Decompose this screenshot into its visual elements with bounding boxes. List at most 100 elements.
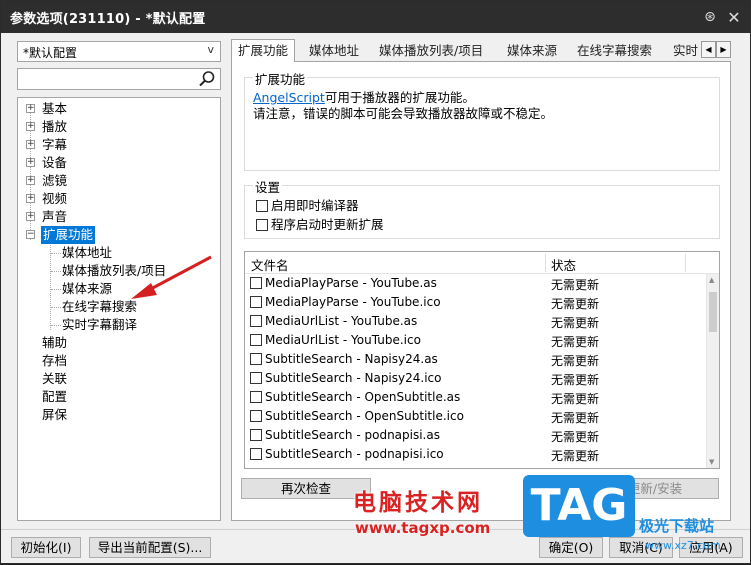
title-bar: 参数选项(231110) - *默认配置 ⊛ ✕ <box>1 1 750 33</box>
tree-item-screensaver[interactable]: 屏保 <box>18 406 220 424</box>
tree-item-assist[interactable]: 辅助 <box>18 334 220 352</box>
file-status: 无需更新 <box>551 316 600 330</box>
file-status: 无需更新 <box>551 392 600 406</box>
scrollbar-thumb[interactable] <box>709 292 717 332</box>
apply-button[interactable]: 应用(A) <box>679 537 743 558</box>
file-checkbox[interactable] <box>250 277 262 289</box>
recheck-button[interactable]: 再次检查 <box>241 478 371 499</box>
tree-item-realtime-subtitle-translate[interactable]: 实时字幕翻译 <box>18 316 220 334</box>
list-item[interactable]: SubtitleSearch - OpenSubtitle.ico 无需更新 <box>245 408 705 427</box>
tree-item-filter[interactable]: + 滤镜 <box>18 172 220 190</box>
tree-item-subtitle[interactable]: + 字幕 <box>18 136 220 154</box>
tab-realtime[interactable]: 实时 <box>667 41 704 61</box>
file-status: 无需更新 <box>551 411 600 425</box>
tree-item-device[interactable]: + 设备 <box>18 154 220 172</box>
tab-extensions[interactable]: 扩展功能 <box>231 39 296 62</box>
tab-online-subtitle-search[interactable]: 在线字幕搜索 <box>571 41 658 61</box>
watermark-url: www.tagxp.com <box>355 519 491 537</box>
tab-media-source[interactable]: 媒体来源 <box>501 41 563 61</box>
tree-item-association[interactable]: 关联 <box>18 370 220 388</box>
file-name: MediaUrlList - YouTube.ico <box>265 333 421 347</box>
file-status: 无需更新 <box>551 354 600 368</box>
preferences-window: 参数选项(231110) - *默认配置 ⊛ ✕ *默认配置 v + 基本 + 播放… <box>0 0 751 564</box>
file-checkbox[interactable] <box>250 296 262 308</box>
file-checkbox[interactable] <box>250 334 262 346</box>
tab-media-playlist[interactable]: 媒体播放列表/项目 <box>373 41 489 61</box>
file-checkbox[interactable] <box>250 429 262 441</box>
tree-item-basic[interactable]: + 基本 <box>18 100 220 118</box>
search-input[interactable] <box>17 68 221 90</box>
extensions-group: 扩展功能 AngelScript可用于播放器的扩展功能。 请注意，错误的脚本可能… <box>244 69 720 171</box>
file-checkbox[interactable] <box>250 410 262 422</box>
file-name: SubtitleSearch - Napisy24.ico <box>265 371 442 385</box>
list-item[interactable]: MediaPlayParse - YouTube.ico 无需更新 <box>245 294 705 313</box>
ok-button[interactable]: 确定(O) <box>539 537 603 558</box>
tree-item-archive[interactable]: 存档 <box>18 352 220 370</box>
update-on-startup-option[interactable]: 程序启动时更新扩展 <box>256 216 384 234</box>
file-checkbox[interactable] <box>250 353 262 365</box>
jit-compiler-option[interactable]: 启用即时编译器 <box>256 197 359 215</box>
expand-icon[interactable]: + <box>26 122 35 131</box>
expand-icon[interactable]: + <box>26 158 35 167</box>
tree-item-video[interactable]: + 视频 <box>18 190 220 208</box>
list-item[interactable]: MediaPlayParse - YouTube.as 无需更新 <box>245 275 705 294</box>
tree-item-audio[interactable]: + 声音 <box>18 208 220 226</box>
file-name: MediaPlayParse - YouTube.as <box>265 276 437 290</box>
file-checkbox[interactable] <box>250 372 262 384</box>
close-icon[interactable]: ✕ <box>722 1 746 33</box>
list-item[interactable]: MediaUrlList - YouTube.as 无需更新 <box>245 313 705 332</box>
init-button[interactable]: 初始化(I) <box>11 537 81 558</box>
tree-item-config[interactable]: 配置 <box>18 388 220 406</box>
tab-bar: 扩展功能 媒体地址 媒体播放列表/项目 媒体来源 在线字幕搜索 实时 <box>231 39 731 62</box>
file-status: 无需更新 <box>551 335 600 349</box>
chevron-left-icon[interactable]: ◀ <box>701 41 716 58</box>
file-status: 无需更新 <box>551 430 600 444</box>
expand-icon[interactable]: + <box>26 176 35 185</box>
tree-item-media-url[interactable]: 媒体地址 <box>18 244 220 262</box>
angelscript-link[interactable]: AngelScript <box>253 90 325 105</box>
settings-tree: + 基本 + 播放 + 字幕 + 设备 + 滤镜 + 视频 + 声音 − 扩展功能 媒体地址 媒… <box>17 97 221 521</box>
pin-icon[interactable]: ⊛ <box>698 1 722 33</box>
column-filename[interactable]: 文件名 <box>251 255 289 274</box>
extensions-group-title: 扩展功能 <box>253 69 308 88</box>
jit-compiler-checkbox[interactable] <box>256 200 268 212</box>
tab-scroll-buttons: ◀ ▶ <box>701 41 731 58</box>
list-item[interactable]: SubtitleSearch - Napisy24.as 无需更新 <box>245 351 705 370</box>
tree-item-online-subtitle-search[interactable]: 在线字幕搜索 <box>18 298 220 316</box>
extension-file-list[interactable]: 文件名 状态 MediaPlayParse - YouTube.as 无需更新 Me… <box>244 251 720 469</box>
export-config-button[interactable]: 导出当前配置(S)... <box>89 537 211 558</box>
tree-item-media-source[interactable]: 媒体来源 <box>18 280 220 298</box>
tree-item-playback[interactable]: + 播放 <box>18 118 220 136</box>
file-name: SubtitleSearch - podnapisi.as <box>265 428 440 442</box>
tab-media-url[interactable]: 媒体地址 <box>303 41 365 61</box>
extensions-desc-line2: 请注意，错误的脚本可能会导致播放器故障或不稳定。 <box>253 106 554 121</box>
collapse-icon[interactable]: − <box>26 230 35 239</box>
column-status[interactable]: 状态 <box>551 255 576 274</box>
list-item[interactable]: SubtitleSearch - OpenSubtitle.as 无需更新 <box>245 389 705 408</box>
scroll-down-icon[interactable]: ▼ <box>709 458 714 466</box>
list-item[interactable]: SubtitleSearch - podnapisi.as 无需更新 <box>245 427 705 446</box>
expand-icon[interactable]: + <box>26 194 35 203</box>
list-scrollbar[interactable]: ▲ ▼ <box>706 274 719 468</box>
scroll-up-icon[interactable]: ▲ <box>709 276 714 284</box>
expand-icon[interactable]: + <box>26 104 35 113</box>
chevron-down-icon[interactable]: v <box>207 43 214 56</box>
expand-icon[interactable]: + <box>26 212 35 221</box>
search-icon[interactable] <box>198 70 216 88</box>
update-on-startup-checkbox[interactable] <box>256 219 268 231</box>
profile-combo[interactable]: *默认配置 v <box>17 41 221 62</box>
list-item[interactable]: SubtitleSearch - Napisy24.ico 无需更新 <box>245 370 705 389</box>
list-item[interactable]: SubtitleSearch - podnapisi.ico 无需更新 <box>245 446 705 465</box>
tree-item-extensions[interactable]: − 扩展功能 <box>18 226 220 244</box>
update-install-button[interactable]: 更新/安装 <box>591 478 719 499</box>
cancel-button[interactable]: 取消(C) <box>609 537 673 558</box>
file-status: 无需更新 <box>551 373 600 387</box>
file-checkbox[interactable] <box>250 448 262 460</box>
file-checkbox[interactable] <box>250 315 262 327</box>
tree-item-media-playlist[interactable]: 媒体播放列表/项目 <box>18 262 220 280</box>
list-item[interactable]: MediaUrlList - YouTube.ico 无需更新 <box>245 332 705 351</box>
chevron-right-icon[interactable]: ▶ <box>716 41 731 58</box>
window-title: 参数选项(231110) - *默认配置 <box>10 11 206 27</box>
file-checkbox[interactable] <box>250 391 262 403</box>
expand-icon[interactable]: + <box>26 140 35 149</box>
